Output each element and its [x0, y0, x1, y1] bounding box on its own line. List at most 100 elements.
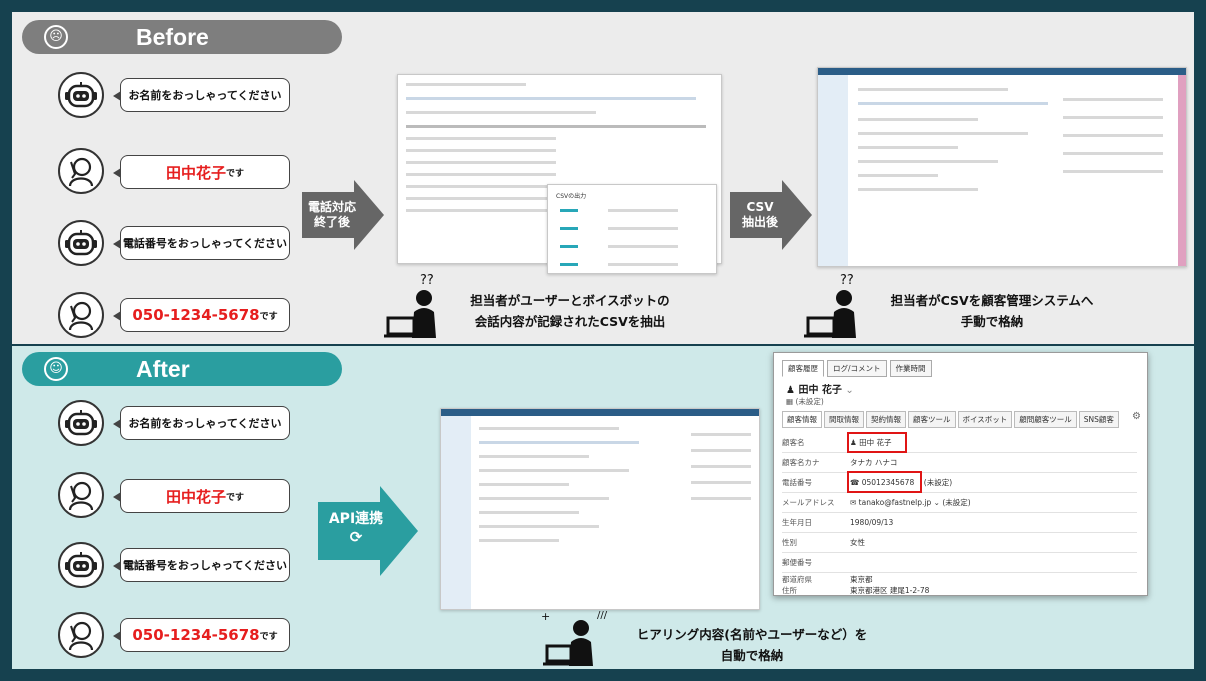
subtab-sns-customer[interactable]: SNS顧客: [1078, 411, 1119, 428]
customer-name-text: 田中 花子: [798, 385, 842, 396]
bot-bubble-name-question: お名前をおっしゃってください: [113, 406, 290, 440]
chevron-down-icon[interactable]: ⌄: [845, 385, 853, 396]
arrow-label-line2: 抽出後: [741, 215, 778, 229]
field-row-postal: 郵便番号: [782, 553, 1137, 573]
sad-face-icon: ☹: [44, 25, 68, 49]
crm-sub-tabs: 顧客情報 間取情報 契約情報 顧客ツール ボイスボット 顧問顧客ツール SNS顧…: [782, 411, 1119, 428]
user-avatar-icon: [58, 612, 104, 658]
person-icon: ♟: [786, 385, 799, 396]
after-title: After: [136, 355, 190, 382]
caption-line1: 担当者がユーザーとボイスボットの: [470, 293, 670, 308]
user-avatar-icon: [58, 472, 104, 518]
field-label: 生年月日: [782, 518, 812, 527]
before-title: Before: [136, 23, 209, 50]
tab-customer-history[interactable]: 顧客履歴: [782, 360, 824, 377]
user-avatar-icon: [58, 148, 104, 194]
subtab-layout-info[interactable]: 間取情報: [824, 411, 864, 428]
api-label: API連携: [328, 511, 384, 527]
tab-work-time[interactable]: 作業時間: [889, 360, 932, 377]
bot-avatar-icon: [58, 542, 104, 588]
subtab-voicebot[interactable]: ボイスボット: [957, 411, 1013, 428]
answer-name-highlight: 田中花子: [165, 487, 226, 506]
answer-suffix: です: [259, 311, 278, 322]
caption-line1: 担当者がCSVを顧客管理システムへ: [890, 293, 1094, 308]
field-label: 顧客名カナ: [782, 458, 820, 467]
caption-line2: 自動で格納: [720, 648, 784, 663]
crm-customer-name: ♟ 田中 花子 ⌄: [786, 381, 854, 396]
csv-dialog-title: CSVの出力: [556, 193, 587, 200]
svg-text:??: ??: [840, 273, 854, 288]
bot-avatar-icon: [58, 220, 104, 266]
before-header: ☹ Before: [22, 20, 342, 54]
diagram-frame: ☹ Before お名前をおっしゃってください 田中花子 です 電話番号をおっしゃ…: [0, 0, 1206, 681]
field-label: 顧客名: [782, 438, 805, 447]
field-value[interactable]: タナカ ハナコ: [850, 457, 897, 468]
bot-bubble-phone-question: 電話番号をおっしゃってください: [113, 548, 290, 582]
answer-suffix: です: [259, 631, 278, 642]
caption-line1: ヒアリング内容(名前やユーザーなど）を: [636, 627, 868, 642]
field-value[interactable]: 東京都: [850, 574, 873, 585]
smile-face-icon: ☺: [44, 357, 68, 381]
caption-auto-store: ヒアリング内容(名前やユーザーなど）を 自動で格納: [622, 624, 882, 666]
arrow-label-line1: 電話対応: [307, 200, 356, 214]
field-value[interactable]: 1980/09/13: [850, 518, 893, 527]
crm-customer-detail: 顧客履歴 ログ/コメント 作業時間 ♟ 田中 花子 ⌄ ▦ (未設定) 顧客情報…: [773, 352, 1148, 596]
caption-line2: 手動で格納: [960, 314, 1024, 329]
csv-export-dialog: CSVの出力: [547, 184, 717, 274]
bubble-text: 電話番号をおっしゃってください: [122, 559, 288, 572]
caption-manual-store: 担当者がCSVを顧客管理システムへ 手動で格納: [882, 290, 1102, 332]
caption-csv-extract: 担当者がユーザーとボイスボットの 会話内容が記録されたCSVを抽出: [460, 290, 680, 332]
field-extra: (未設定): [942, 498, 971, 507]
field-row-name: 顧客名 ♟ 田中 花子: [782, 433, 1137, 453]
bot-avatar-icon: [58, 400, 104, 446]
field-row-kana: 顧客名カナ タナカ ハナコ: [782, 453, 1137, 473]
sync-icon: ⟳: [349, 528, 363, 546]
field-label: 住所: [782, 585, 797, 595]
answer-suffix: です: [226, 168, 245, 179]
bubble-text: 電話番号をおっしゃってください: [122, 237, 288, 250]
caption-line2: 会話内容が記録されたCSVを抽出: [474, 314, 666, 329]
before-panel: ☹ Before お名前をおっしゃってください 田中花子 です 電話番号をおっしゃ…: [12, 12, 1194, 344]
arrow-api-integration: API連携 ⟳: [318, 486, 418, 576]
highlight-name-box: [847, 432, 907, 453]
field-value[interactable]: 女性: [850, 537, 865, 548]
bot-avatar-icon: [58, 72, 104, 118]
user-bubble-phone-answer: 050-1234-5678 です: [113, 618, 290, 652]
field-row-email: メールアドレス ✉ tanako@fastnelp.jp ⌄ (未設定): [782, 493, 1137, 513]
user-bubble-name-answer: 田中花子 です: [113, 479, 290, 513]
answer-suffix: です: [226, 492, 245, 503]
bot-bubble-phone-question: 電話番号をおっしゃってください: [113, 226, 290, 260]
field-label: メールアドレス: [782, 498, 835, 507]
bubble-text: お名前をおっしゃってください: [128, 89, 282, 102]
subtab-customer-tool[interactable]: 顧客ツール: [908, 411, 956, 428]
answer-phone-highlight: 050-1234-5678: [132, 306, 260, 324]
arrow-call-end: 電話対応 終了後: [302, 180, 384, 250]
worker-relaxed-icon: + ///: [537, 606, 612, 668]
tab-log-comment[interactable]: ログ/コメント: [827, 360, 887, 377]
user-avatar-icon: [58, 292, 104, 338]
crm-status: ▦ (未設定): [786, 396, 824, 407]
svg-text:??: ??: [420, 273, 434, 288]
subtab-advisor-tool[interactable]: 顧問顧客ツール: [1014, 411, 1077, 428]
worker-at-laptop-icon: ??: [382, 270, 452, 340]
crm-screenshot-after: [440, 408, 760, 610]
field-label: 郵便番号: [782, 558, 812, 567]
crm-top-tabs: 顧客履歴 ログ/コメント 作業時間: [782, 360, 932, 377]
field-value[interactable]: 東京都港区 建尾1-2-78: [850, 585, 929, 596]
status-text: (未設定): [795, 397, 824, 406]
user-bubble-name-answer: 田中花子 です: [113, 155, 290, 189]
subtab-contract-info[interactable]: 契約情報: [866, 411, 906, 428]
arrow-csv-extract: CSV 抽出後: [730, 180, 812, 250]
field-value[interactable]: ✉ tanako@fastnelp.jp ⌄ (未設定): [850, 497, 971, 508]
field-row-phone: 電話番号 ☎ 05012345678 (未設定): [782, 473, 1137, 493]
subtab-customer-info[interactable]: 顧客情報: [782, 411, 822, 428]
svg-text:///: ///: [597, 610, 608, 621]
answer-name-highlight: 田中花子: [165, 163, 226, 182]
field-label: 性別: [782, 538, 797, 547]
bubble-text: お名前をおっしゃってください: [128, 417, 282, 430]
settings-icon[interactable]: ⚙: [1132, 411, 1141, 422]
field-extra: (未設定): [923, 478, 953, 487]
field-row-address: 住所 東京都港区 建尾1-2-78: [782, 584, 1137, 596]
worker-at-laptop-icon: ??: [802, 270, 872, 340]
arrow-label-line2: 終了後: [313, 215, 350, 229]
